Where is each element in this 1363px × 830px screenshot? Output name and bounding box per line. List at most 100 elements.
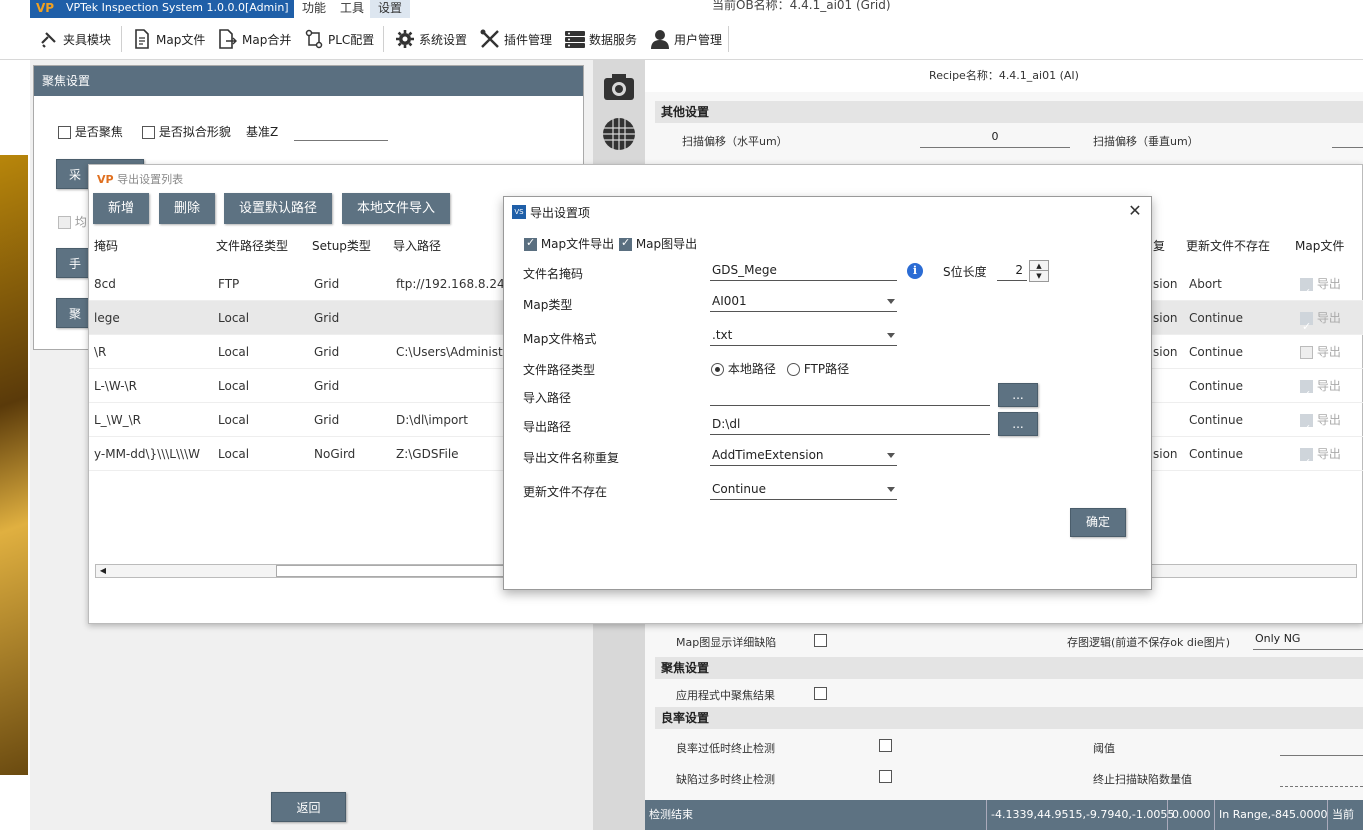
toolbar-system-settings[interactable]: 系统设置 — [394, 26, 467, 52]
panel-header: 聚焦设置 — [34, 66, 583, 96]
ok-button[interactable]: 确定 — [1070, 508, 1126, 537]
map-export-checkbox[interactable] — [1300, 310, 1313, 335]
s-length-input[interactable]: 2 — [997, 261, 1027, 281]
cell-import-path: Z:\GDSFile — [396, 447, 459, 461]
map-file-export-checkbox[interactable] — [524, 236, 537, 251]
scan-offset-v-input[interactable] — [1332, 130, 1363, 148]
current-recipe-label: 当前OB名称：4.4.1_ai01 (Grid) — [712, 0, 891, 12]
column-header-update-missing[interactable]: 更新文件不存在 — [1186, 237, 1270, 254]
fit-shape-option[interactable]: 是否拟合形貌 — [142, 123, 231, 140]
stepper-up-icon[interactable]: ▲ — [1030, 261, 1048, 271]
s-length-stepper[interactable]: ▲ ▼ — [1029, 260, 1049, 282]
menu-tools[interactable]: 工具 — [332, 0, 372, 18]
toolbar-data-service[interactable]: 数据服务 — [564, 26, 637, 52]
delete-button[interactable]: 删除 — [159, 193, 215, 224]
cell-import-path: D:\dl\import — [396, 413, 468, 427]
user-icon — [649, 28, 671, 50]
scrollbar-thumb[interactable] — [276, 565, 516, 577]
grid-view-icon[interactable] — [601, 116, 637, 152]
fit-shape-checkbox[interactable] — [142, 126, 155, 139]
title-bar: VP VPTek Inspection System 1.0.0.0[Admin… — [0, 0, 1363, 18]
focus-option-2[interactable]: 均 — [58, 213, 87, 230]
scroll-left-icon[interactable]: ◀ — [98, 566, 108, 576]
local-path-radio[interactable] — [711, 363, 724, 376]
map-export-checkbox[interactable] — [1300, 412, 1313, 437]
filename-mask-input[interactable]: GDS_Mege — [710, 261, 897, 281]
toolbar: 夹具模块 Map文件 Map合并 PLC配置 系统设置 插件管理 数据服务 用户… — [0, 18, 1363, 60]
gear-icon — [394, 28, 416, 50]
toolbar-plugin-manager[interactable]: 插件管理 — [479, 26, 552, 52]
toolbar-user-manager[interactable]: 用户管理 — [649, 26, 722, 52]
scan-offset-h-input[interactable]: 0 — [920, 130, 1070, 148]
ftp-path-radio[interactable] — [787, 363, 800, 376]
back-button[interactable]: 返回 — [271, 792, 346, 822]
map-export-checkbox[interactable] — [1300, 446, 1313, 471]
toolbar-map-file[interactable]: Map文件 — [131, 26, 205, 52]
map-type-select[interactable]: AI001 — [710, 292, 897, 312]
ftp-path-option[interactable]: FTP路径 — [787, 360, 849, 377]
save-logic-select[interactable]: Only NG — [1253, 632, 1363, 650]
app-title: VPTek Inspection System 1.0.0.0[Admin] — [66, 1, 289, 14]
export-path-input[interactable]: D:\dl — [710, 415, 990, 435]
map-type-label: Map类型 — [523, 298, 573, 312]
map-format-select[interactable]: .txt — [710, 326, 897, 346]
toolbar-label: 用户管理 — [674, 32, 723, 47]
map-export-checkbox[interactable] — [1300, 276, 1313, 301]
import-local-file-button[interactable]: 本地文件导入 — [342, 193, 450, 224]
cell-duplicate: sion — [1153, 277, 1178, 291]
menu-function[interactable]: 功能 — [294, 0, 334, 18]
focus-option-2-checkbox[interactable] — [58, 216, 71, 229]
yield-low-stop-checkbox[interactable] — [879, 739, 892, 752]
toolbar-label: 系统设置 — [419, 32, 468, 47]
import-path-browse-button[interactable]: ... — [998, 383, 1038, 407]
column-header-mask[interactable]: 掩码 — [94, 237, 118, 254]
close-icon[interactable]: ✕ — [1127, 201, 1143, 220]
map-file-export-label: Map文件导出 — [540, 237, 615, 251]
cell-mask: lege — [94, 311, 120, 325]
focus-option-2-label: 均 — [74, 215, 87, 229]
value-readout: 0.0000 — [1167, 800, 1211, 830]
column-header-duplicate[interactable]: 复 — [1153, 237, 1165, 254]
add-button[interactable]: 新增 — [93, 193, 149, 224]
column-header-path-type[interactable]: 文件路径类型 — [216, 237, 288, 254]
column-header-map-file[interactable]: Map文件 — [1295, 237, 1344, 254]
toolbar-fixture-module[interactable]: 夹具模块 — [38, 26, 111, 52]
menu-settings[interactable]: 设置 — [370, 0, 411, 18]
map-export-checkbox[interactable] — [1300, 378, 1313, 403]
map-export-checkbox[interactable] — [1300, 346, 1313, 359]
import-path-input[interactable] — [710, 386, 990, 406]
import-path-label: 导入路径 — [523, 391, 572, 405]
stop-defect-count-input[interactable] — [1280, 769, 1363, 787]
map-image-export-checkbox[interactable] — [619, 236, 632, 251]
defect-many-stop-checkbox[interactable] — [879, 770, 892, 783]
cell-mask: 8cd — [94, 277, 116, 291]
toolbar-plc-config[interactable]: PLC配置 — [303, 26, 374, 52]
map-image-export-option[interactable]: Map图导出 — [619, 235, 697, 252]
app-icon: VS — [512, 205, 526, 219]
fixture-icon — [38, 28, 60, 50]
threshold-input[interactable] — [1280, 738, 1363, 756]
set-default-path-button[interactable]: 设置默认路径 — [224, 193, 332, 224]
toolbar-map-merge[interactable]: Map合并 — [217, 26, 291, 52]
update-missing-select[interactable]: Continue — [710, 480, 897, 500]
cell-map-file: 导出 — [1300, 267, 1341, 301]
coords-readout: -4.1339,44.9515,-9.7940,-1.0055 — [986, 800, 1174, 830]
apply-focus-checkbox[interactable] — [814, 687, 827, 700]
is-focus-checkbox[interactable] — [58, 126, 71, 139]
is-focus-option[interactable]: 是否聚焦 — [58, 123, 123, 140]
local-path-option[interactable]: 本地路径 — [711, 360, 776, 377]
local-path-label: 本地路径 — [727, 362, 776, 376]
column-header-setup-type[interactable]: Setup类型 — [312, 237, 371, 254]
info-icon[interactable]: i — [907, 263, 923, 279]
map-detail-label: Map图显示详细缺陷 — [676, 636, 777, 649]
cell-duplicate: sion — [1153, 311, 1178, 325]
stepper-down-icon[interactable]: ▼ — [1030, 271, 1048, 281]
base-z-input[interactable] — [294, 123, 388, 141]
map-merge-icon — [217, 28, 239, 50]
column-header-import-path[interactable]: 导入路径 — [393, 237, 441, 254]
map-file-export-option[interactable]: Map文件导出 — [524, 235, 614, 252]
export-path-browse-button[interactable]: ... — [998, 412, 1038, 436]
duplicate-name-select[interactable]: AddTimeExtension — [710, 446, 897, 466]
camera-icon[interactable] — [601, 68, 637, 104]
map-detail-checkbox[interactable] — [814, 634, 827, 647]
